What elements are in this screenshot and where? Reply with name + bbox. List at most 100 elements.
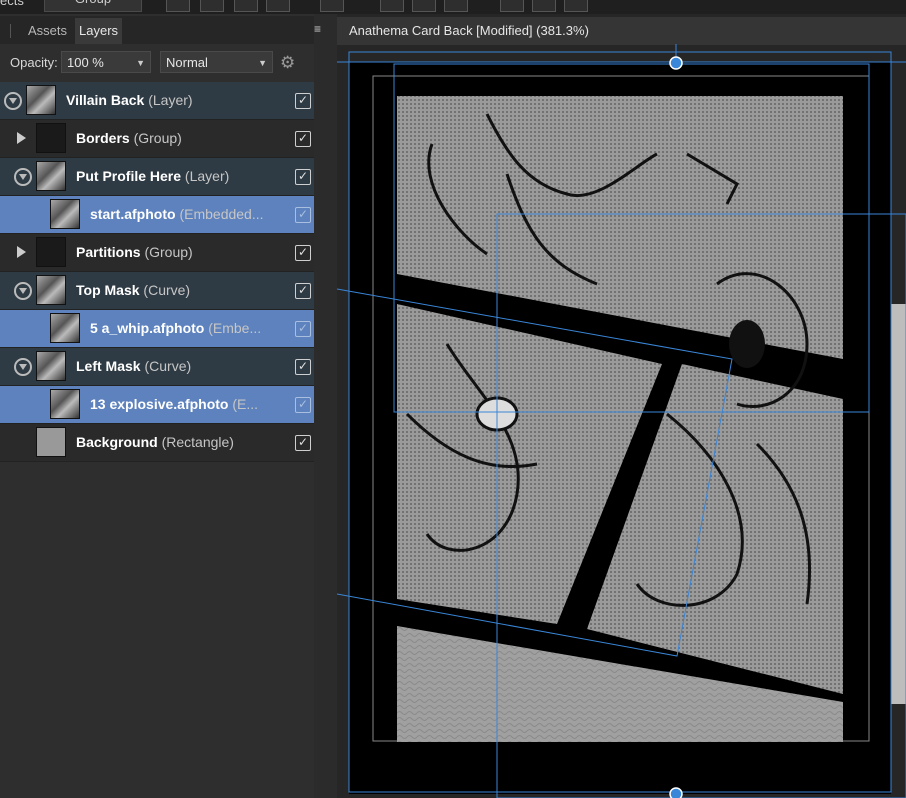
layer-title: 13 explosive.afphoto	[90, 396, 229, 412]
chevron-down-icon: ▼	[258, 58, 267, 68]
layer-thumbnail	[36, 123, 66, 153]
layer-name: Top Mask (Curve)	[76, 282, 290, 298]
layers-list: Villain Back (Layer) ✓ Borders (Group) ✓ Put…	[0, 82, 314, 462]
layer-row[interactable]: Background (Rectangle) ✓	[0, 424, 314, 462]
toolbar-button[interactable]	[320, 0, 344, 12]
layer-thumbnail	[26, 85, 56, 115]
layer-type: (Embedded...	[179, 206, 264, 222]
toolbar-button[interactable]	[234, 0, 258, 12]
layer-type: (Curve)	[144, 358, 192, 374]
layer-title: Background	[76, 434, 158, 450]
layer-type: (Layer)	[184, 168, 230, 184]
layer-type: (Group)	[144, 244, 193, 260]
layer-name: Left Mask (Curve)	[76, 358, 290, 374]
opacity-label: Opacity:	[10, 55, 58, 70]
layer-type: (Curve)	[143, 282, 191, 298]
chevron-down-icon: ▼	[136, 58, 145, 68]
layer-thumbnail	[50, 389, 80, 419]
visibility-checkbox[interactable]: ✓	[295, 435, 311, 451]
tab-assets[interactable]: Assets	[24, 18, 71, 44]
layer-title: Put Profile Here	[76, 168, 182, 184]
align-button[interactable]	[564, 0, 588, 12]
layer-thumbnail	[50, 313, 80, 343]
visibility-checkbox[interactable]: ✓	[295, 359, 311, 375]
document-canvas[interactable]	[337, 14, 906, 798]
layer-title: start.afphoto	[90, 206, 176, 222]
opacity-value: 100 %	[67, 55, 104, 70]
layer-type: (Embe...	[208, 320, 262, 336]
layer-row[interactable]: Borders (Group) ✓	[0, 120, 314, 158]
layer-row[interactable]: start.afphoto (Embedded... ✓	[0, 196, 314, 234]
canvas-offscreen-art	[891, 304, 906, 704]
toolbar-button[interactable]	[200, 0, 224, 12]
layer-thumbnail	[50, 199, 80, 229]
align-button[interactable]	[412, 0, 436, 12]
visibility-checkbox[interactable]: ✓	[295, 245, 311, 261]
gear-icon[interactable]: ⚙	[280, 53, 295, 73]
opacity-row: Opacity: 100 % ▼ Normal ▼ ⚙	[0, 48, 314, 76]
layer-name: 5 a_whip.afphoto (Embe...	[90, 320, 290, 336]
expand-toggle-icon[interactable]	[14, 245, 28, 259]
layer-row[interactable]: 13 explosive.afphoto (E... ✓	[0, 386, 314, 424]
layer-name: Borders (Group)	[76, 130, 290, 146]
align-button[interactable]	[444, 0, 468, 12]
layer-name: 13 explosive.afphoto (E...	[90, 396, 290, 412]
layer-row[interactable]: Partitions (Group) ✓	[0, 234, 314, 272]
visibility-checkbox[interactable]: ✓	[295, 397, 311, 413]
visibility-checkbox[interactable]: ✓	[295, 169, 311, 185]
visibility-checkbox[interactable]: ✓	[295, 321, 311, 337]
layer-name: start.afphoto (Embedded...	[90, 206, 290, 222]
expand-toggle-icon[interactable]	[14, 131, 28, 145]
layer-type: (Layer)	[148, 92, 193, 108]
collapse-toggle-icon[interactable]	[4, 92, 22, 110]
layer-title: 5 a_whip.afphoto	[90, 320, 205, 336]
blend-mode-value: Normal	[166, 55, 208, 70]
panel-menu-icon[interactable]: ≡	[314, 22, 330, 36]
blend-mode-select[interactable]: Normal ▼	[160, 51, 273, 73]
layer-title: Partitions	[76, 244, 141, 260]
layer-row[interactable]: 5 a_whip.afphoto (Embe... ✓	[0, 310, 314, 348]
layer-type: (E...	[232, 396, 259, 412]
panel-tabs: Assets Layers	[0, 16, 314, 44]
layer-row[interactable]: Top Mask (Curve) ✓	[0, 272, 314, 310]
align-button[interactable]	[380, 0, 404, 12]
selection-handle	[669, 787, 683, 798]
group-button[interactable]: Group	[44, 0, 142, 12]
layer-row[interactable]: Put Profile Here (Layer) ✓	[0, 158, 314, 196]
tab-layers[interactable]: Layers	[75, 18, 123, 44]
layer-name: Villain Back (Layer)	[66, 92, 290, 108]
layer-thumbnail	[36, 161, 66, 191]
layer-row[interactable]: Left Mask (Curve) ✓	[0, 348, 314, 386]
tab-divider	[10, 24, 11, 38]
layer-name: Background (Rectangle)	[76, 434, 290, 450]
align-button[interactable]	[532, 0, 556, 12]
visibility-checkbox[interactable]: ✓	[295, 207, 311, 223]
layer-type: (Group)	[133, 130, 182, 146]
visibility-checkbox[interactable]: ✓	[295, 131, 311, 147]
toolbar-button[interactable]	[166, 0, 190, 12]
layer-thumbnail	[36, 427, 66, 457]
layer-type: (Rectangle)	[161, 434, 234, 450]
layer-title: Borders	[76, 130, 130, 146]
layer-thumbnail	[36, 275, 66, 305]
layer-title: Top Mask	[76, 282, 140, 298]
layer-row[interactable]: Villain Back (Layer) ✓	[0, 82, 314, 120]
layer-title: Villain Back	[66, 92, 145, 108]
toolbar-button[interactable]	[266, 0, 290, 12]
collapse-toggle-icon[interactable]	[14, 282, 32, 300]
toolbar-fragment: ects	[0, 0, 24, 8]
collapse-toggle-icon[interactable]	[14, 358, 32, 376]
layer-title: Left Mask	[76, 358, 141, 374]
layer-thumbnail	[36, 237, 66, 267]
selection-handle	[669, 56, 683, 70]
visibility-checkbox[interactable]: ✓	[295, 283, 311, 299]
artwork-head	[729, 320, 765, 368]
top-toolbar: ects Group	[0, 0, 906, 14]
opacity-field[interactable]: 100 % ▼	[61, 51, 151, 73]
collapse-toggle-icon[interactable]	[14, 168, 32, 186]
layer-name: Put Profile Here (Layer)	[76, 168, 290, 184]
layers-panel: Assets Layers ≡ Opacity: 100 % ▼ Normal …	[0, 14, 321, 798]
layer-thumbnail	[36, 351, 66, 381]
align-button[interactable]	[500, 0, 524, 12]
visibility-checkbox[interactable]: ✓	[295, 93, 311, 109]
